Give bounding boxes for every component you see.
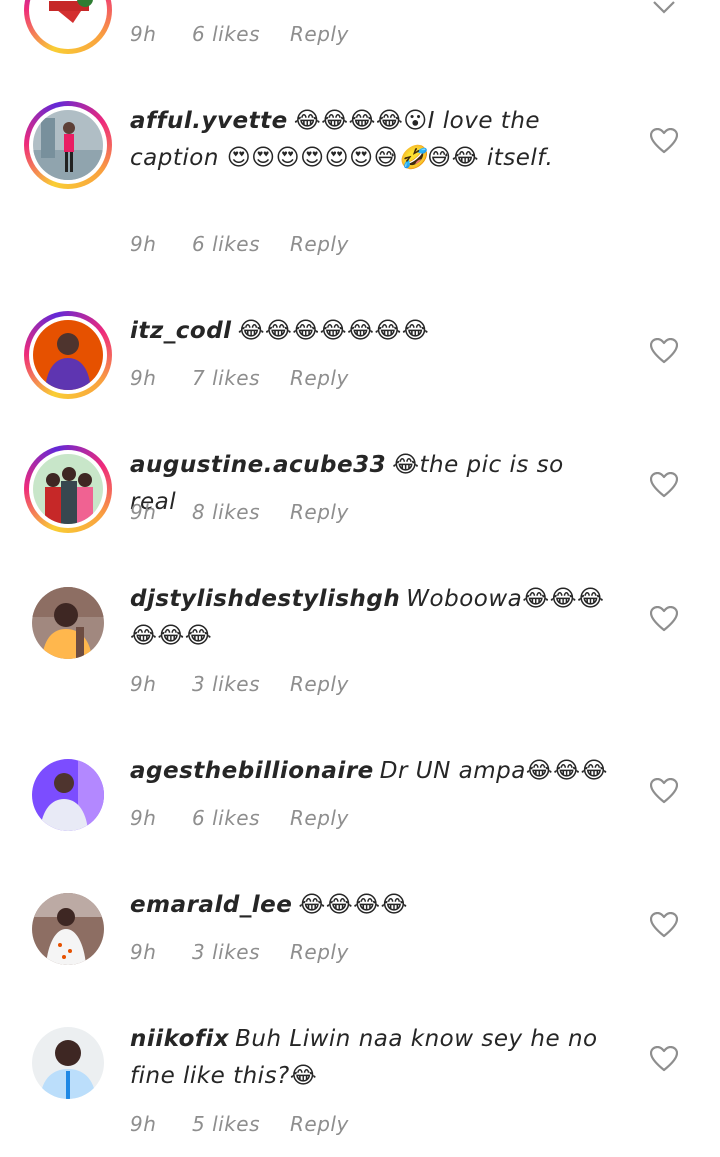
reply-button[interactable]: Reply [290, 500, 349, 524]
avatar[interactable] [24, 101, 112, 189]
comment-likes[interactable]: 6 likes [192, 232, 290, 256]
reply-button[interactable]: Reply [290, 232, 349, 256]
heart-icon[interactable] [650, 606, 678, 632]
comment-username[interactable]: agesthebillionaire [130, 758, 374, 784]
avatar[interactable] [24, 311, 112, 399]
reply-button[interactable]: Reply [290, 672, 349, 696]
heart-icon[interactable] [650, 128, 678, 154]
comment-meta: 9h 3 likes Reply [130, 672, 349, 696]
avatar[interactable] [24, 885, 112, 973]
comment-text: emarald_lee 😂😂😂😂 [130, 887, 610, 924]
avatar-image [32, 587, 104, 659]
avatar-image [32, 893, 104, 965]
comment-username[interactable]: niikofix [130, 1026, 229, 1052]
avatar-image [33, 454, 103, 524]
avatar[interactable] [24, 445, 112, 533]
comment-likes[interactable]: 6 likes [192, 22, 290, 46]
heart-icon[interactable] [650, 778, 678, 804]
reply-button[interactable]: Reply [290, 22, 349, 46]
comment-meta: 9h 8 likes Reply [130, 500, 349, 524]
avatar-image [32, 1027, 104, 1099]
comment-meta: 9h 3 likes Reply [130, 940, 349, 964]
comment-likes[interactable]: 3 likes [192, 940, 290, 964]
comment-meta: 9h 6 likes Reply [130, 806, 349, 830]
comment-time: 9h [130, 22, 157, 46]
comment-time: 9h [130, 940, 157, 964]
comment-likes[interactable]: 7 likes [192, 366, 290, 390]
comment-time: 9h [130, 672, 157, 696]
avatar[interactable] [24, 0, 112, 54]
comment-body: Dr UN ampa😂😂😂 [379, 758, 608, 784]
comment-text: afful.yvette 😂😂😂😂😮I love the caption 😍😍😍😍… [130, 103, 610, 177]
comment-time: 9h [130, 500, 157, 524]
comment-text: itz_codl 😂😂😂😂😂😂😂 [130, 313, 610, 350]
comment-meta: 9h 7 likes Reply [130, 366, 349, 390]
avatar-image [33, 0, 103, 45]
heart-icon[interactable] [650, 912, 678, 938]
chevron-down-icon[interactable] [652, 0, 676, 16]
comment-time: 9h [130, 1112, 157, 1136]
comment-time: 9h [130, 232, 157, 256]
reply-button[interactable]: Reply [290, 1112, 349, 1136]
comment-likes[interactable]: 8 likes [192, 500, 290, 524]
avatar-image [33, 110, 103, 180]
comment-username[interactable]: djstylishdestylishgh [130, 586, 400, 612]
comment-body: 😂😂😂😂 [298, 892, 408, 918]
comment-meta: 9h 6 likes Reply [130, 22, 349, 46]
comment-username[interactable]: itz_codl [130, 318, 232, 344]
avatar-image [32, 759, 104, 831]
comment-likes[interactable]: 5 likes [192, 1112, 290, 1136]
comment-time: 9h [130, 806, 157, 830]
comment-body: 😂😂😂😂😂😂😂 [237, 318, 430, 344]
reply-button[interactable]: Reply [290, 940, 349, 964]
comment-username[interactable]: afful.yvette [130, 108, 288, 134]
avatar[interactable] [24, 1019, 112, 1107]
reply-button[interactable]: Reply [290, 806, 349, 830]
heart-icon[interactable] [650, 1046, 678, 1072]
heart-icon[interactable] [650, 472, 678, 498]
reply-button[interactable]: Reply [290, 366, 349, 390]
comment-time: 9h [130, 366, 157, 390]
comment-likes[interactable]: 6 likes [192, 806, 290, 830]
comment-username[interactable]: emarald_lee [130, 892, 292, 918]
comment-likes[interactable]: 3 likes [192, 672, 290, 696]
avatar[interactable] [24, 579, 112, 667]
comment-meta: 9h 6 likes Reply [130, 232, 349, 256]
comment-username[interactable]: augustine.acube33 [130, 452, 386, 478]
comment-text: agesthebillionaire Dr UN ampa😂😂😂 [130, 753, 610, 790]
avatar[interactable] [24, 751, 112, 839]
heart-icon[interactable] [650, 338, 678, 364]
comment-meta: 9h 5 likes Reply [130, 1112, 349, 1136]
comment-text: niikofix Buh Liwin naa know sey he no fin… [130, 1021, 610, 1095]
avatar-image [33, 320, 103, 390]
comment-text: djstylishdestylishgh Woboowa😂😂😂😂😂😂 [130, 581, 610, 655]
